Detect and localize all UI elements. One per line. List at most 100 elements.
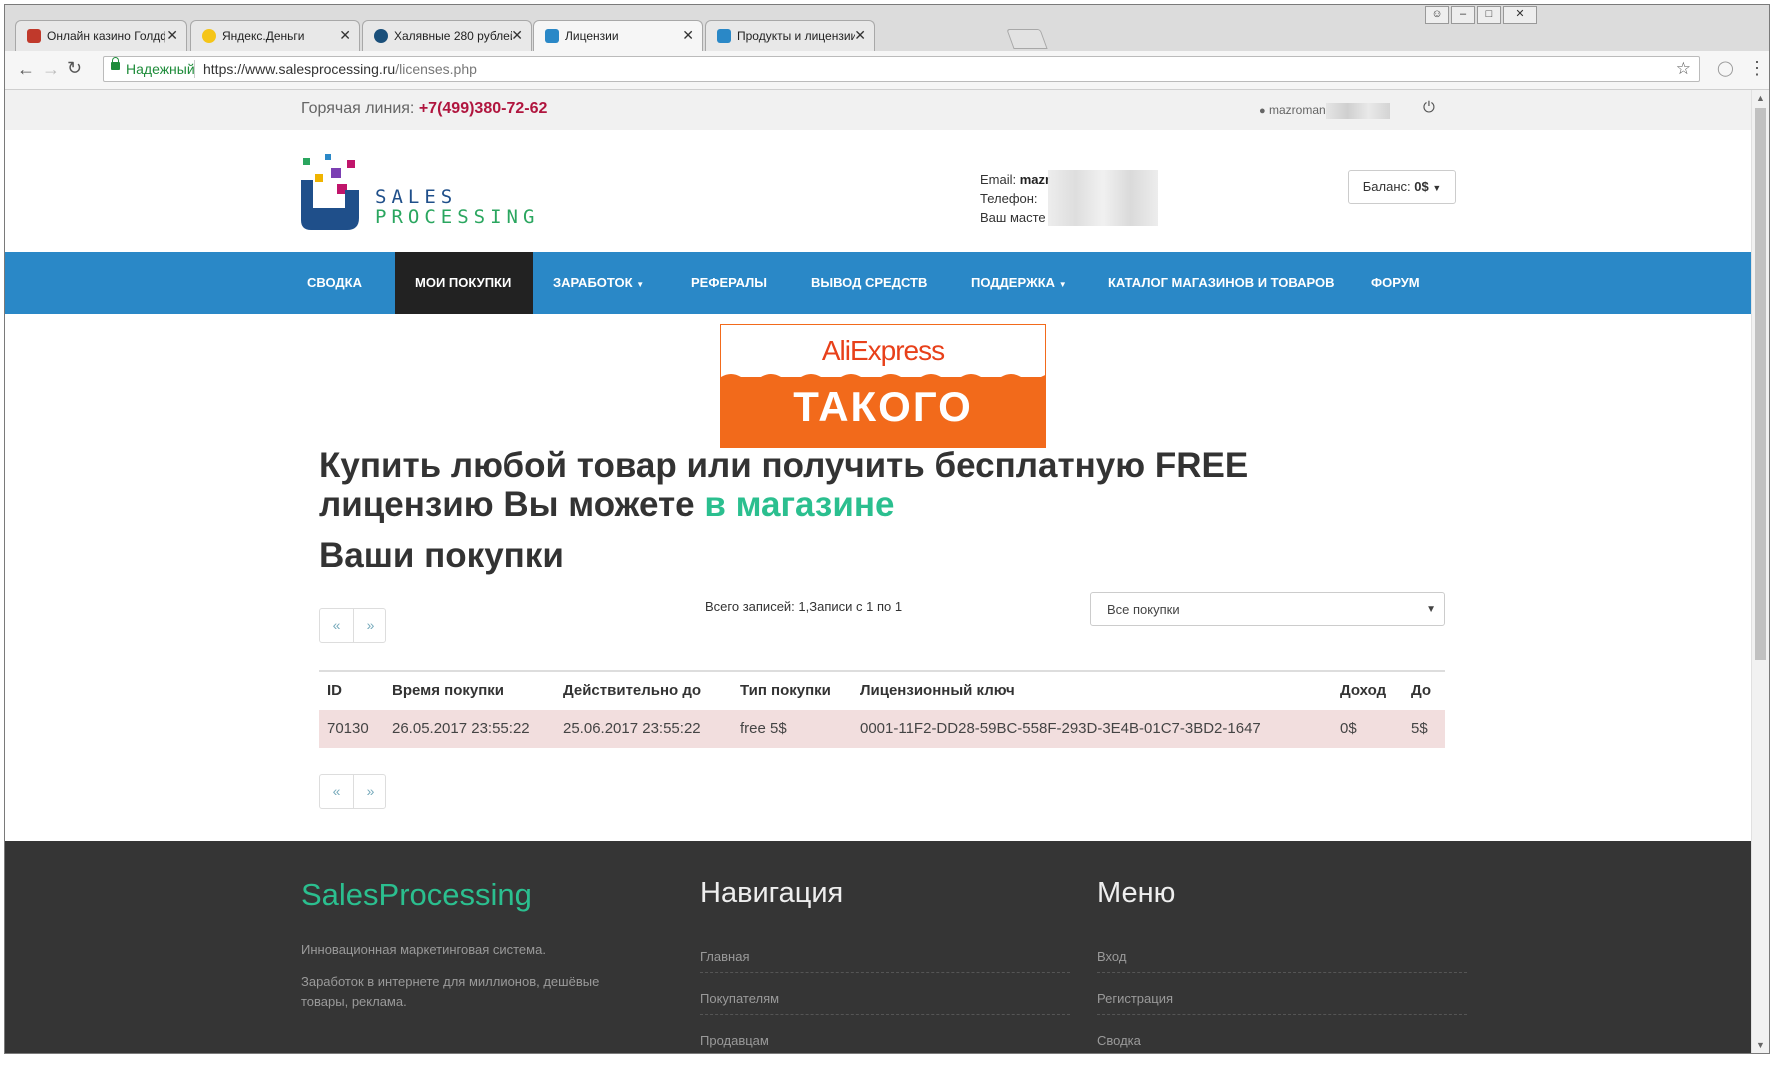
pager-next-button[interactable]: »: [354, 609, 387, 642]
col-purchase-type: Тип покупки: [740, 682, 831, 699]
nav-item-summary[interactable]: Сводка: [287, 252, 382, 314]
address-bar[interactable]: Надежный https://www.salesprocessing.ru/…: [103, 56, 1700, 82]
pager-prev-button[interactable]: «: [320, 775, 353, 808]
caret-down-icon: ▼: [1432, 183, 1442, 193]
nav-item-my-purchases[interactable]: Мои покупки: [395, 252, 533, 314]
balance-dropdown[interactable]: Баланс: 0$ ▼: [1348, 170, 1456, 204]
pager-prev-button[interactable]: «: [320, 609, 353, 642]
url-path: /licenses.php: [395, 61, 477, 77]
records-info: Всего записей: 1,Записи с 1 по 1: [705, 599, 903, 614]
footer-tagline: Заработок в интернете для миллионов, деш…: [301, 974, 600, 1009]
footer-brand: SalesProcessing: [301, 877, 532, 912]
secure-label: Надежный: [126, 61, 195, 77]
scroll-down-icon[interactable]: ▼: [1756, 1040, 1765, 1050]
footer-link-summary[interactable]: Сводка: [1097, 1033, 1467, 1048]
maximize-icon[interactable]: □: [1477, 6, 1501, 24]
tab-close-icon[interactable]: ✕: [511, 27, 523, 44]
footer-link-sellers[interactable]: Продавцам: [700, 1033, 1070, 1048]
profile-icon[interactable]: ☺: [1425, 6, 1449, 24]
site-logo[interactable]: SALES PROCESSING: [301, 144, 551, 230]
nav-item-withdrawal[interactable]: Вывод средств: [791, 252, 947, 314]
minimize-icon[interactable]: –: [1451, 6, 1475, 24]
logo-word-sales: SALES: [375, 186, 458, 208]
caret-down-icon: ▼: [1426, 604, 1436, 615]
table-header: ID Время покупки Действительно до Тип по…: [319, 670, 1445, 712]
col-purchase-time: Время покупки: [392, 682, 505, 699]
bookmark-star-icon[interactable]: ☆: [1676, 59, 1691, 79]
contact-info: Email: mazr Телефон: Ваш масте: [980, 170, 1158, 227]
footer-link-register[interactable]: Регистрация: [1097, 991, 1467, 1006]
master-line: Ваш масте: [980, 208, 1050, 227]
redacted-username: [1325, 103, 1390, 119]
cell-income: 0$: [1340, 720, 1357, 737]
tab-close-icon[interactable]: ✕: [166, 27, 178, 44]
tab-licenses[interactable]: Лицензии ✕: [533, 20, 703, 52]
cell-to: 5$: [1411, 720, 1428, 737]
logo-cup-icon: [301, 180, 359, 230]
nav-label: Мои покупки: [415, 275, 512, 290]
nav-label: Каталог магазинов и товаров: [1108, 275, 1335, 290]
logout-power-icon[interactable]: ⏻: [1423, 99, 1435, 116]
banner-text: ТАКОГО: [793, 383, 973, 430]
shop-link[interactable]: в магазине: [704, 485, 894, 524]
tab-strip: Онлайн казино Голдфиш ✕ Яндекс.Деньги ✕ …: [5, 5, 1769, 52]
redacted-contact: [1048, 170, 1158, 226]
nav-label: Форум: [1371, 275, 1420, 290]
nav-item-referrals[interactable]: Рефералы: [671, 252, 787, 314]
nav-item-support[interactable]: Поддержка ▼: [951, 252, 1087, 314]
col-license-key: Лицензионный ключ: [860, 682, 1015, 699]
page-scrollbar[interactable]: ▲ ▼: [1751, 90, 1769, 1053]
tab-close-icon[interactable]: ✕: [339, 27, 351, 44]
nav-item-catalog[interactable]: Каталог магазинов и товаров: [1088, 252, 1355, 314]
footer-divider: [700, 972, 1070, 973]
footer-link-buyers[interactable]: Покупателям: [700, 991, 1070, 1006]
reload-icon[interactable]: ↻: [67, 58, 82, 79]
url-text: https://www.salesprocessing.ru/licenses.…: [203, 61, 477, 77]
purchase-filter-select[interactable]: Все покупки ▼: [1090, 592, 1445, 626]
nav-item-earnings[interactable]: Заработок ▼: [533, 252, 664, 314]
nav-label: Заработок: [553, 275, 633, 290]
email-line: Email: mazr: [980, 170, 1050, 189]
username: mazroman: [1269, 103, 1326, 118]
shield-extension-icon[interactable]: ◯: [1717, 59, 1734, 77]
footer-divider: [700, 1014, 1070, 1015]
col-to: До: [1411, 682, 1432, 699]
scrollbar-thumb[interactable]: [1755, 108, 1766, 660]
new-tab-button[interactable]: [1006, 29, 1048, 49]
hotline-phone[interactable]: +7(499)380-72-62: [419, 100, 548, 117]
tab-yandex-money[interactable]: Яндекс.Деньги ✕: [190, 20, 360, 51]
tab-products-licenses[interactable]: Продукты и лицензии ✕: [705, 20, 875, 51]
cell-valid-until: 25.06.2017 23:55:22: [563, 720, 701, 737]
url-host: https://www.salesprocessing.ru: [203, 61, 396, 77]
window-close-icon[interactable]: ✕: [1503, 6, 1537, 24]
page-viewport: Горячая линия: +7(499)380-72-62 ● mazrom…: [5, 90, 1751, 1053]
tab-close-icon[interactable]: ✕: [854, 27, 866, 44]
site-footer: SalesProcessing Инновационная маркетинго…: [5, 841, 1751, 1053]
aliexpress-banner[interactable]: AliExpress ТАКОГО: [720, 324, 1046, 448]
tab-casino[interactable]: Онлайн казино Голдфиш ✕: [15, 20, 187, 51]
lock-icon: [111, 57, 120, 70]
menu-dots-icon[interactable]: ⋮: [1748, 58, 1766, 79]
logo-pixel: [347, 160, 355, 168]
footer-link-home[interactable]: Главная: [700, 949, 1070, 964]
tab-close-icon[interactable]: ✕: [682, 27, 694, 44]
caret-down-icon: ▼: [1058, 280, 1067, 289]
footer-link-login[interactable]: Вход: [1097, 949, 1467, 964]
nav-item-forum[interactable]: Форум: [1351, 252, 1440, 314]
filter-value: Все покупки: [1107, 602, 1180, 617]
footer-nav-title: Навигация: [700, 877, 844, 909]
back-arrow-icon[interactable]: ←: [17, 59, 35, 80]
forward-arrow-icon[interactable]: →: [42, 59, 60, 80]
user-account[interactable]: ● mazroman: [1259, 103, 1390, 119]
pagination-bottom: « »: [319, 774, 386, 809]
salesprocessing-favicon-icon: [545, 29, 559, 43]
hotline-bar: Горячая линия: +7(499)380-72-62 ● mazrom…: [5, 90, 1751, 130]
table-row[interactable]: 70130 26.05.2017 23:55:22 25.06.2017 23:…: [319, 710, 1445, 748]
scroll-up-icon[interactable]: ▲: [1756, 93, 1765, 103]
tab-freebie[interactable]: Халявные 280 рублей) | ✕: [362, 20, 532, 51]
pager-next-button[interactable]: »: [354, 775, 387, 808]
cell-license-key: 0001-11F2-DD28-59BC-558F-293D-3E4B-01C7-…: [860, 720, 1261, 737]
address-separator: [194, 60, 195, 78]
footer-divider: [1097, 1014, 1467, 1015]
balance-label: Баланс:: [1362, 179, 1415, 194]
